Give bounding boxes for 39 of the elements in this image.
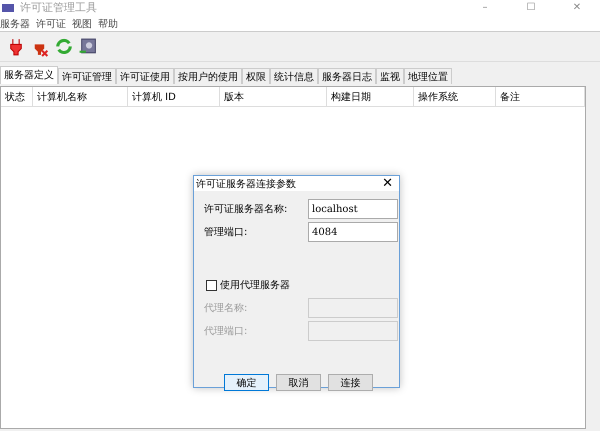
tab[interactable]: 许可证使用 [116,68,174,84]
field-label: 许可证服务器名称: [204,203,288,216]
tab[interactable]: 统计信息 [270,68,318,84]
field-label: 代理名称: [204,302,248,315]
window-title: 许可证管理工具 [20,1,98,15]
menu-item[interactable]: 许可证 [36,16,66,30]
menu-item[interactable]: 帮助 [98,16,118,30]
column-header[interactable]: 状态 [1,87,33,107]
dialog-title: 许可证服务器连接参数 [196,178,296,190]
checkbox[interactable] [206,280,217,290]
column-header[interactable]: 版本 [220,87,327,107]
column-header[interactable]: 计算机 ID [128,87,220,107]
safe-icon[interactable] [78,36,98,56]
field-label: 管理端口: [204,226,248,239]
tab[interactable]: 地理位置 [404,68,452,84]
close-button[interactable]: ✕ [382,176,393,191]
tab[interactable]: 服务器日志 [318,68,376,84]
input-field[interactable]: localhost [308,199,398,219]
dialog-button[interactable]: 取消 [276,374,321,391]
checkbox-label: 使用代理服务器 [220,279,290,292]
app-icon [2,4,14,12]
tab[interactable]: 监视 [376,68,404,84]
dialog-button[interactable]: 确定 [224,374,269,391]
column-header[interactable]: 计算机名称 [33,87,128,107]
tab[interactable]: 服务器定义 [0,66,58,84]
window-control[interactable]: – [462,1,508,15]
tab[interactable]: 按用户的使用 [174,68,242,84]
dialog-button[interactable]: 连接 [328,374,373,391]
menu-item[interactable]: 服务器 [0,16,30,30]
column-header[interactable]: 备注 [496,87,585,107]
window-control[interactable]: ☐ [508,1,554,15]
tab[interactable]: 许可证管理 [58,68,116,84]
field-label: 代理端口: [204,324,248,338]
input-field[interactable]: 4084 [308,222,398,242]
column-header[interactable]: 构建日期 [327,87,414,107]
column-header[interactable]: 操作系统 [414,87,496,107]
menu-item[interactable]: 视图 [72,16,92,30]
window-control[interactable]: ✕ [554,1,600,15]
tab[interactable]: 权限 [242,68,270,84]
